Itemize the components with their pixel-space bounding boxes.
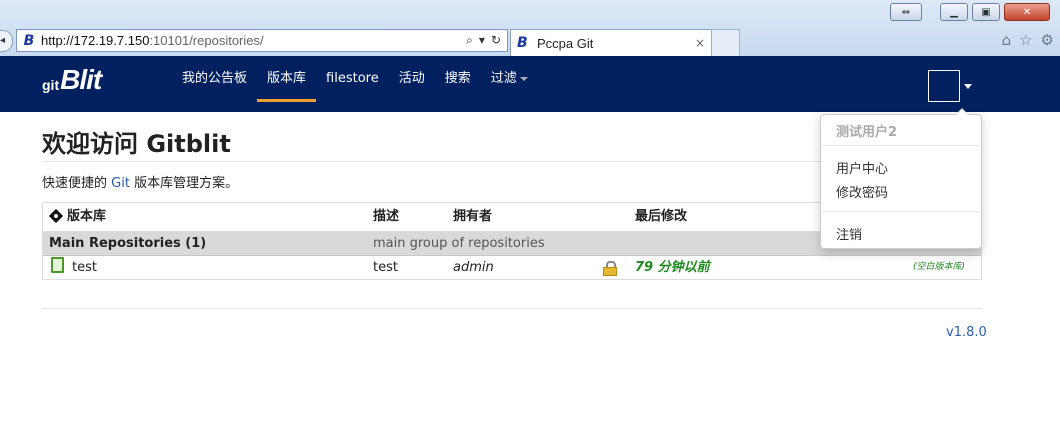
nav-activity[interactable]: 活动 [389,56,435,112]
tab-close-icon[interactable]: × [695,36,705,50]
repository-icon [51,257,64,273]
back-button[interactable]: ◂ [0,30,13,52]
user-avatar[interactable] [928,70,960,102]
repo-description: test [373,260,398,275]
new-tab-button[interactable] [711,29,740,56]
url-text[interactable]: http://172.19.7.150:10101/repositories/ [41,33,466,48]
nav-filestore[interactable]: filestore [316,56,389,112]
menu-item-logout[interactable]: 注销 [836,224,862,243]
repo-owner: admin [453,260,494,275]
menu-item-change-password[interactable]: 修改密码 [836,182,888,201]
dropdown-divider [822,145,980,146]
user-menu-caret-icon[interactable] [964,84,972,89]
header-owner[interactable]: 拥有者 [453,203,492,231]
user-dropdown-menu: 测试用户2 用户中心 修改密码 注销 [820,108,982,249]
restore-icon[interactable]: ⇔ [890,3,922,21]
nav-filters[interactable]: 过滤 [481,56,538,112]
dropdown-divider [822,211,980,212]
repo-last-change: 79 分钟以前 [635,260,710,275]
search-icon[interactable]: ⌕ [466,33,473,48]
address-bar[interactable]: B http://172.19.7.150:10101/repositories… [16,29,508,52]
header-last-change[interactable]: 最后修改 [635,203,687,231]
empty-repository-badge: (空白版本库) [912,262,965,272]
nav-search[interactable]: 搜索 [435,56,481,112]
browser-chrome: ⇔ ▁ ▣ ✕ ◂ B http://172.19.7.150:10101/re… [0,0,1060,56]
git-link[interactable]: Git [111,176,130,191]
repo-name[interactable]: test [49,256,97,279]
browser-tab[interactable]: B Pccpa Git × [510,29,712,56]
lock-icon [603,261,617,276]
maximize-button[interactable]: ▣ [972,3,1000,21]
menu-item-user-center[interactable]: 用户中心 [836,158,888,177]
refresh-icon[interactable]: ↻ [491,33,501,48]
version-link[interactable]: v1.8.0 [946,325,987,340]
tab-favicon-icon: B [517,35,528,51]
dropdown-username: 测试用户2 [836,125,898,140]
gear-icon[interactable]: ⚙ [1041,31,1054,49]
git-icon [48,208,64,224]
tab-title: Pccpa Git [537,35,594,51]
gitblit-logo[interactable]: git Blit [42,66,102,94]
page-title: 欢迎访问 Gitblit [42,130,231,158]
table-row[interactable]: test test admin 79 分钟以前 (空白版本库) [43,256,981,279]
nav-dashboard[interactable]: 我的公告板 [172,56,257,112]
star-icon[interactable]: ☆ [1019,31,1032,49]
home-icon[interactable]: ⌂ [1002,31,1012,49]
header-repository[interactable]: 版本库 [48,203,106,231]
page-subtitle: 快速便捷的 Git 版本库管理方案。 [42,176,239,191]
window-controls: ⇔ ▁ ▣ ✕ [890,3,1050,21]
nav-repositories[interactable]: 版本库 [257,56,317,112]
main-menu: 我的公告板 版本库 filestore 活动 搜索 过滤 [172,56,538,112]
dropdown-arrow-icon[interactable]: ▾ [479,33,485,48]
header-description[interactable]: 描述 [373,203,399,231]
footer-divider [42,308,982,309]
group-name[interactable]: Main Repositories (1) [49,232,206,255]
chevron-down-icon [519,76,528,81]
favicon-icon: B [23,32,35,49]
top-navbar: git Blit 我的公告板 版本库 filestore 活动 搜索 过滤 [0,56,1060,112]
minimize-button[interactable]: ▁ [940,3,968,21]
close-window-button[interactable]: ✕ [1004,3,1050,21]
group-description: main group of repositories [373,236,545,251]
